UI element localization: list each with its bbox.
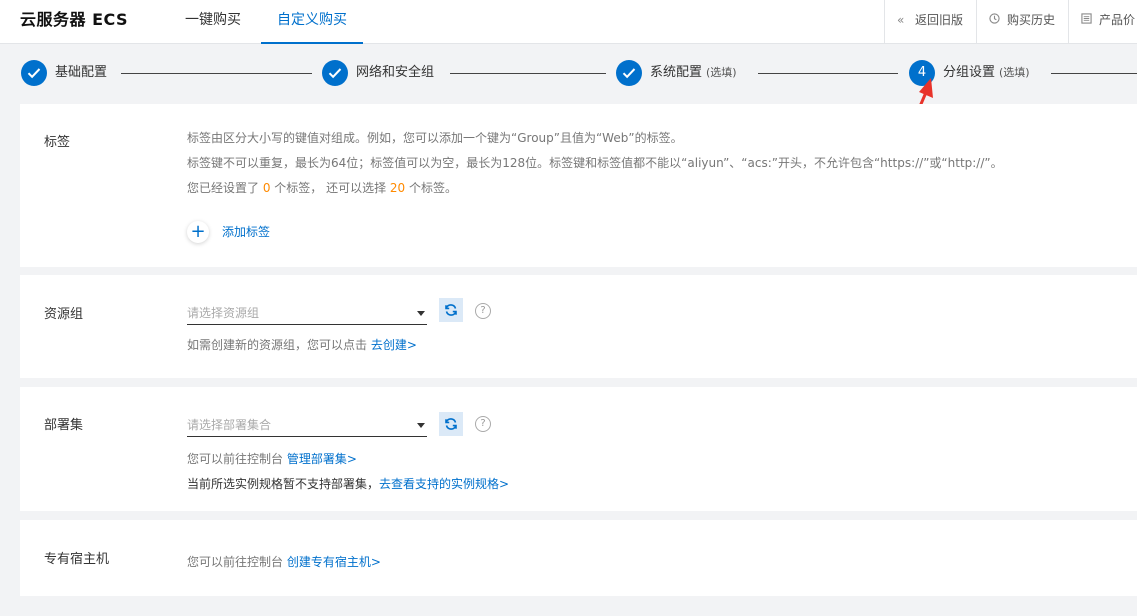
- app-title: 云服务器 ECS: [20, 10, 129, 29]
- deployment-set-hint-2: 当前所选实例规格暂不支持部署集，去查看支持的实例规格>: [187, 477, 510, 491]
- tags-label: 标签: [44, 135, 71, 150]
- step-label: 系统配置 (选填): [650, 65, 737, 80]
- top-navigation-bar: 云服务器 ECS 一键购买 自定义购买 « 返回旧版 购买历史 产品价: [0, 0, 1137, 44]
- plus-icon: +: [187, 221, 209, 243]
- resource-group-section: 资源组 请选择资源组 ? 如需创建新的资源组，您可以点击 去创建>: [20, 275, 1137, 378]
- deployment-set-hint-1: 您可以前往控制台 管理部署集>: [187, 452, 357, 466]
- product-price-label: 产品价: [1099, 13, 1136, 27]
- caret-down-icon: [417, 423, 425, 428]
- resource-group-select[interactable]: 请选择资源组: [187, 300, 427, 325]
- resource-group-placeholder: 请选择资源组: [187, 306, 260, 320]
- tags-count: 您已经设置了 0 个标签， 还可以选择 20 个标签。: [187, 181, 458, 195]
- help-icon[interactable]: ?: [475, 416, 491, 432]
- purchase-history-link[interactable]: 购买历史: [976, 0, 1068, 43]
- step-connector: [450, 73, 606, 74]
- refresh-button[interactable]: [439, 412, 463, 436]
- deployment-set-placeholder: 请选择部署集合: [187, 418, 272, 432]
- tags-remaining-count: 20: [389, 181, 406, 195]
- check-icon: [21, 60, 47, 86]
- back-to-old-version-label: 返回旧版: [915, 13, 964, 27]
- tags-description-2: 标签键不可以重复，最长为64位；标签值可以为空，最长为128位。标签键和标签值都…: [187, 156, 1003, 170]
- step-connector: [1051, 73, 1137, 74]
- double-chevron-left-icon: «: [897, 13, 905, 27]
- caret-down-icon: [417, 311, 425, 316]
- help-icon[interactable]: ?: [475, 303, 491, 319]
- refresh-icon: [445, 304, 457, 316]
- back-to-old-version-link[interactable]: « 返回旧版: [884, 0, 976, 43]
- tab-custom-purchase[interactable]: 自定义购买: [261, 0, 363, 44]
- product-price-link[interactable]: 产品价: [1068, 0, 1137, 43]
- optional-tag: (选填): [706, 66, 737, 79]
- dedicated-host-hint: 您可以前往控制台 创建专有宿主机>: [187, 555, 381, 569]
- step-connector: [758, 73, 898, 74]
- tags-description-1: 标签由区分大小写的键值对组成。例如，您可以添加一个键为“Group”且值为“We…: [187, 131, 683, 145]
- check-icon: [322, 60, 348, 86]
- add-tag-label: 添加标签: [222, 225, 271, 239]
- create-resource-group-link[interactable]: 去创建>: [371, 338, 417, 352]
- purchase-history-label: 购买历史: [1007, 13, 1056, 27]
- dedicated-host-section: 专有宿主机 您可以前往控制台 创建专有宿主机>: [20, 520, 1137, 596]
- wizard-steps: 基础配置 网络和安全组 系统配置 (选填) 4 分组设置 (选填): [0, 44, 1137, 104]
- deployment-set-label: 部署集: [44, 418, 84, 433]
- clock-icon: [989, 0, 1001, 40]
- step-connector: [121, 73, 312, 74]
- resource-group-label: 资源组: [44, 307, 84, 322]
- refresh-icon: [445, 418, 457, 430]
- step-label: 分组设置 (选填): [943, 65, 1030, 80]
- list-icon: [1081, 0, 1093, 40]
- resource-group-hint: 如需创建新的资源组，您可以点击 去创建>: [187, 338, 417, 352]
- view-supported-specs-link[interactable]: 去查看支持的实例规格>: [379, 477, 509, 491]
- tab-one-click-purchase[interactable]: 一键购买: [185, 0, 241, 44]
- tags-section: 标签 标签由区分大小写的键值对组成。例如，您可以添加一个键为“Group”且值为…: [20, 104, 1137, 267]
- deployment-set-select[interactable]: 请选择部署集合: [187, 412, 427, 437]
- step-label: 网络和安全组: [356, 65, 435, 80]
- dedicated-host-label: 专有宿主机: [44, 552, 110, 567]
- step-label: 基础配置: [55, 65, 108, 80]
- deployment-set-section: 部署集 请选择部署集合 ? 您可以前往控制台 管理部署集> 当前所选实例规格暂不…: [20, 387, 1137, 511]
- refresh-button[interactable]: [439, 298, 463, 322]
- check-icon: [616, 60, 642, 86]
- manage-deployment-set-link[interactable]: 管理部署集>: [287, 452, 357, 466]
- optional-tag: (选填): [999, 66, 1030, 79]
- create-dedicated-host-link[interactable]: 创建专有宿主机>: [287, 555, 381, 569]
